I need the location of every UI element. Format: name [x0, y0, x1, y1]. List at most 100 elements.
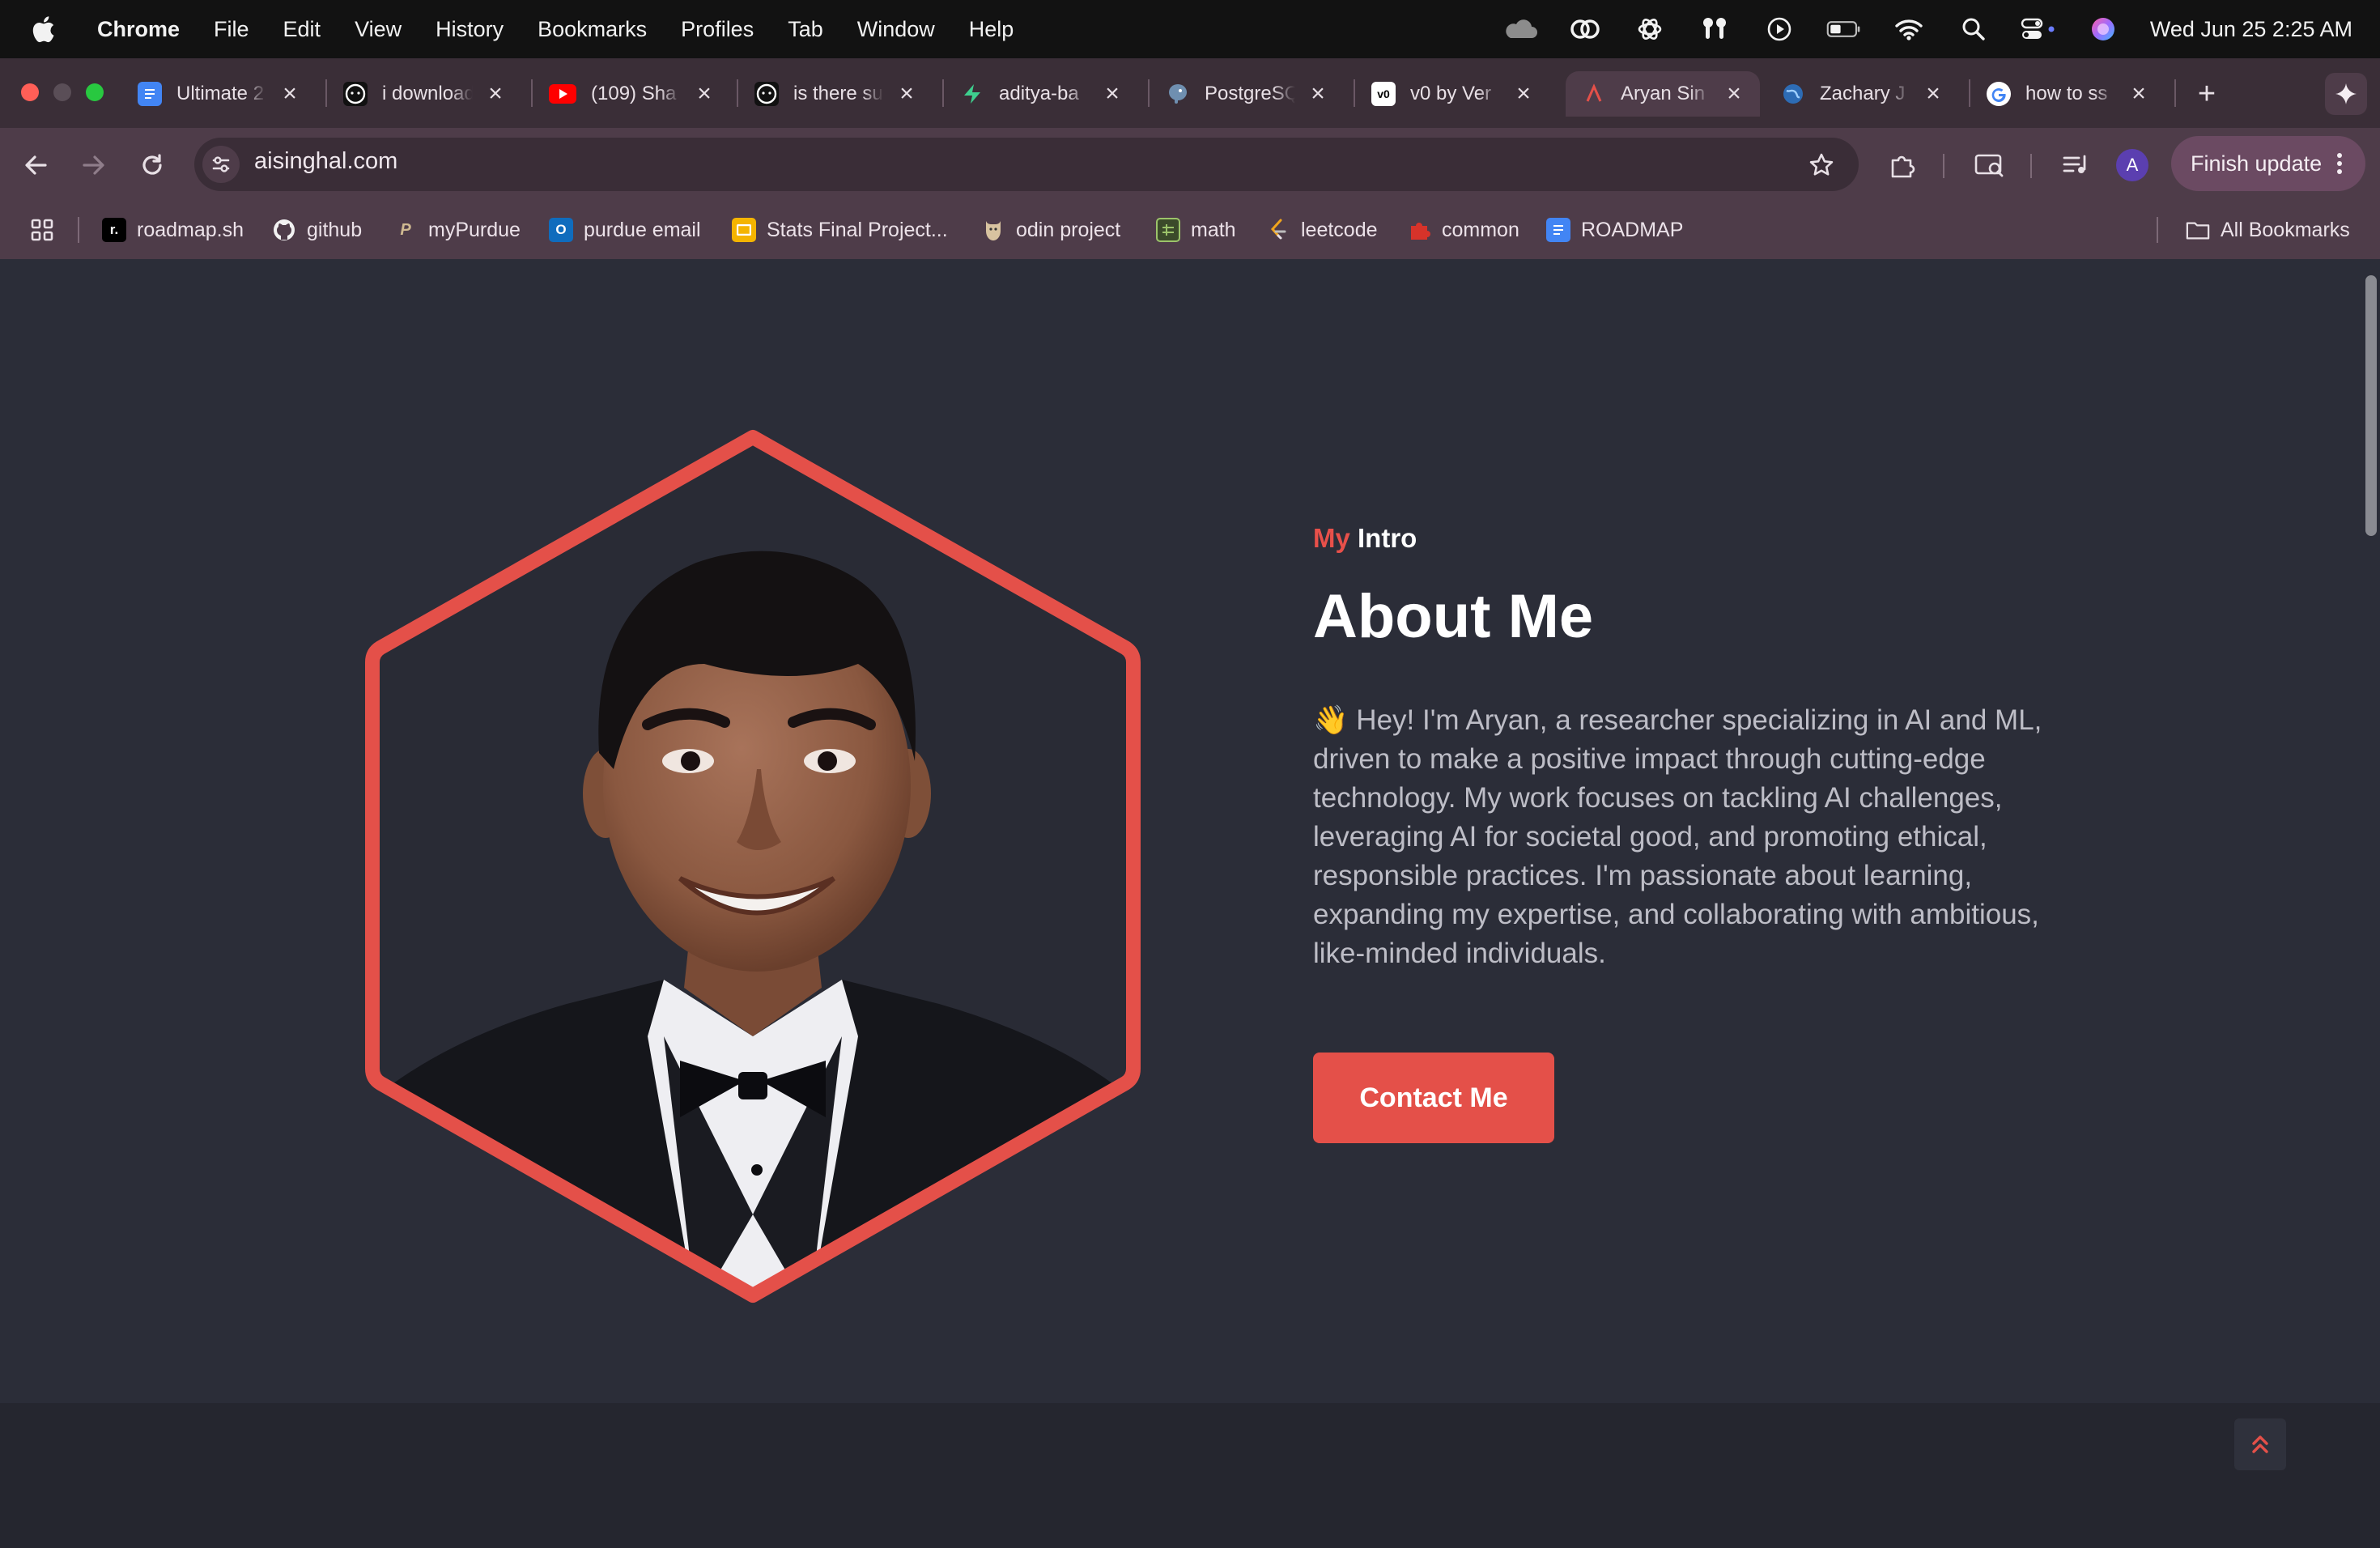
menu-app-name[interactable]: Chrome [97, 17, 180, 42]
play-circle-icon[interactable] [1762, 11, 1797, 47]
creative-cloud-icon[interactable] [1567, 11, 1603, 47]
zoom-window-button[interactable] [86, 83, 104, 101]
puzzle-icon [1407, 218, 1431, 242]
scrollbar-thumb[interactable] [2365, 275, 2377, 536]
battery-icon[interactable] [1826, 11, 1862, 47]
site-settings-icon[interactable] [202, 146, 240, 183]
bookmark-odin-project[interactable]: odin project [981, 214, 1120, 246]
close-tab-icon[interactable]: × [1101, 80, 1124, 108]
close-tab-icon[interactable]: × [1723, 80, 1745, 108]
tab-ultimate[interactable]: Ultimate 2 × [138, 71, 301, 117]
gemini-sparkle-icon[interactable] [2325, 73, 2367, 115]
menu-window[interactable]: Window [857, 17, 935, 42]
minimize-window-button[interactable] [53, 83, 71, 101]
tab-aryan-active[interactable]: Aryan Sin × [1566, 71, 1760, 117]
bookmark-math[interactable]: math [1156, 214, 1236, 246]
tab-title: i download [382, 83, 473, 104]
reload-icon[interactable] [134, 147, 170, 183]
close-tab-icon[interactable]: × [2127, 80, 2150, 108]
tab-i-download[interactable]: i download × [343, 71, 507, 117]
bookmark-leetcode[interactable]: leetcode [1266, 214, 1378, 246]
bookmark-star-icon[interactable] [1804, 147, 1839, 183]
bookmark-label: github [307, 218, 363, 241]
control-center-icon[interactable] [2021, 11, 2056, 47]
globe-icon [1781, 82, 1805, 106]
close-tab-icon[interactable]: × [484, 80, 507, 108]
close-tab-icon[interactable]: × [278, 80, 301, 108]
tab-postgresql[interactable]: PostgreSQ × [1166, 71, 1329, 117]
menu-history[interactable]: History [436, 17, 504, 42]
contact-me-button[interactable]: Contact Me [1313, 1053, 1554, 1143]
close-tab-icon[interactable]: × [1307, 80, 1329, 108]
tab-title: is there su [793, 83, 883, 104]
profile-avatar[interactable]: A [2116, 149, 2148, 181]
tab-how-to[interactable]: how to ss × [1987, 71, 2150, 117]
bookmark-label: purdue email [584, 218, 701, 241]
all-bookmarks-label: All Bookmarks [2221, 218, 2350, 241]
menu-tab[interactable]: Tab [788, 17, 823, 42]
all-bookmarks-button[interactable]: All Bookmarks [2186, 214, 2350, 246]
bookmark-purdue-email[interactable]: O purdue email [549, 214, 701, 246]
bookmark-stats-final-project[interactable]: Stats Final Project... [732, 214, 948, 246]
media-queue-icon[interactable] [2058, 147, 2093, 183]
bookmark-label: common [1442, 218, 1519, 241]
forward-arrow-icon[interactable] [76, 147, 112, 183]
close-tab-icon[interactable]: × [895, 80, 918, 108]
tab-title: PostgreSQ [1205, 83, 1295, 104]
bookmark-roadmap[interactable]: ROADMAP [1546, 214, 1683, 246]
menu-help[interactable]: Help [969, 17, 1014, 42]
kebab-menu-icon[interactable] [2336, 151, 2343, 176]
bookmark-label: roadmap.sh [137, 218, 244, 241]
bookmark-github[interactable]: github [272, 214, 362, 246]
close-tab-icon[interactable]: × [1512, 80, 1535, 108]
bookmark-label: odin project [1016, 218, 1121, 241]
next-section-band [0, 1403, 2380, 1548]
tab-title: Ultimate 2 [176, 83, 265, 104]
bookmark-common[interactable]: common [1407, 214, 1519, 246]
siri-icon[interactable] [2085, 11, 2121, 47]
close-tab-icon[interactable]: × [1922, 80, 1944, 108]
purdue-icon: P [400, 220, 411, 239]
chatgpt-icon[interactable] [1632, 11, 1668, 47]
bookmark-label: math [1191, 218, 1236, 241]
tab-divider [942, 79, 944, 107]
bookmark-roadmap-sh[interactable]: r. roadmap.sh [102, 214, 244, 246]
bookmark-label: ROADMAP [1581, 218, 1684, 241]
bookmarks-divider [2157, 217, 2158, 243]
tab-is-there[interactable]: is there su × [754, 71, 918, 117]
apple-menu-icon[interactable] [31, 15, 55, 44]
menu-profiles[interactable]: Profiles [681, 17, 754, 42]
menu-file[interactable]: File [214, 17, 249, 42]
address-bar[interactable] [194, 138, 1859, 191]
cloud-icon[interactable] [1502, 11, 1538, 47]
url-text[interactable]: aisinghal.com [254, 148, 397, 175]
tab-aditya[interactable]: aditya-ba × [960, 71, 1124, 117]
wifi-icon[interactable] [1891, 11, 1927, 47]
scroll-to-top-button[interactable] [2234, 1418, 2286, 1470]
tab-youtube[interactable]: (109) Sha × [549, 71, 716, 117]
section-eyebrow: My Intro [1313, 523, 1417, 554]
spotlight-search-icon[interactable] [1956, 11, 1991, 47]
back-arrow-icon[interactable] [18, 147, 53, 183]
menu-clock[interactable]: Wed Jun 25 2:25 AM [2150, 17, 2352, 42]
finish-update-label: Finish update [2191, 151, 2323, 176]
close-window-button[interactable] [21, 83, 39, 101]
menu-bookmarks[interactable]: Bookmarks [538, 17, 647, 42]
tab-search-icon[interactable] [1972, 147, 2008, 183]
new-tab-plus-icon[interactable]: + [2187, 76, 2226, 112]
bookmark-mypurdue[interactable]: P myPurdue [393, 214, 521, 246]
github-icon [272, 218, 296, 242]
apps-grid-icon[interactable] [26, 214, 58, 246]
tab-title: Aryan Sin [1621, 83, 1706, 104]
menu-view[interactable]: View [355, 17, 402, 42]
extensions-puzzle-icon[interactable] [1885, 147, 1920, 183]
menu-edit[interactable]: Edit [283, 17, 321, 42]
bookmark-label: Stats Final Project... [767, 218, 948, 241]
google-icon [1987, 82, 2011, 106]
close-tab-icon[interactable]: × [693, 80, 716, 108]
airpods-icon[interactable] [1697, 11, 1732, 47]
finish-update-button[interactable]: Finish update [2171, 136, 2365, 191]
tab-divider [531, 79, 533, 107]
tab-zachary[interactable]: Zachary J × [1781, 71, 1944, 117]
tab-v0[interactable]: v0 v0 by Ver × [1371, 71, 1535, 117]
